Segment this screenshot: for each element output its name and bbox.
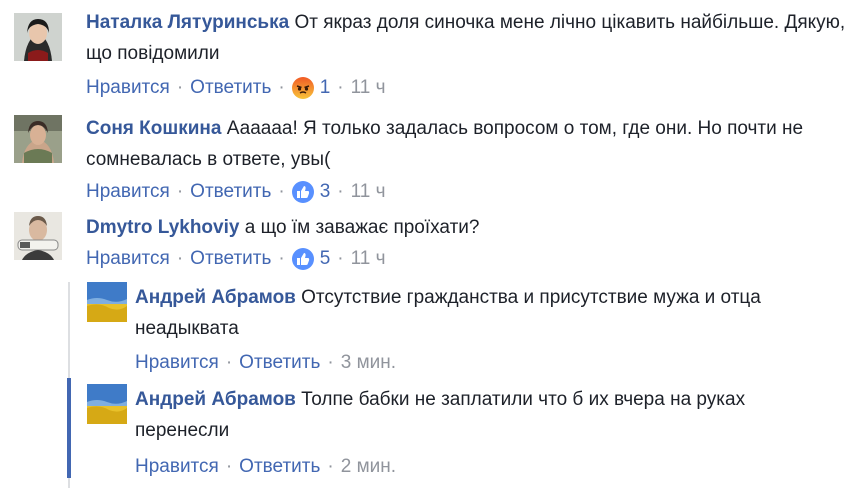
comment-text: а що їм заважає проїхати?	[244, 217, 480, 238]
separator: ·	[327, 352, 334, 373]
like-link[interactable]: Нравится	[135, 455, 219, 479]
reply-link[interactable]: Ответить	[190, 247, 271, 271]
avatar[interactable]	[87, 384, 127, 424]
reply-link[interactable]: Ответить	[190, 180, 271, 204]
separator: ·	[337, 181, 344, 202]
like-reaction-icon[interactable]	[291, 248, 314, 270]
comment-author[interactable]: Соня Кошкина	[86, 118, 221, 139]
like-link[interactable]: Нравится	[86, 76, 170, 100]
angry-reaction-icon[interactable]	[291, 77, 314, 99]
separator: ·	[278, 181, 285, 202]
comment-author[interactable]: Наталка Лятуринська	[86, 12, 289, 33]
reply-link[interactable]: Ответить	[239, 351, 320, 375]
timestamp[interactable]: 2 мин.	[341, 455, 396, 479]
separator: ·	[225, 352, 233, 373]
like-link[interactable]: Нравится	[86, 247, 170, 271]
separator: ·	[225, 456, 233, 477]
avatar[interactable]	[87, 282, 127, 322]
timestamp[interactable]: 11 ч	[351, 180, 386, 204]
avatar[interactable]	[14, 212, 62, 260]
avatar[interactable]	[14, 13, 62, 61]
reaction-count[interactable]: 1	[320, 76, 331, 100]
timestamp[interactable]: 11 ч	[351, 247, 386, 271]
separator: ·	[176, 181, 184, 202]
reaction-count[interactable]: 3	[320, 180, 331, 204]
reply-link[interactable]: Ответить	[190, 76, 271, 100]
like-link[interactable]: Нравится	[86, 180, 170, 204]
timestamp[interactable]: 3 мин.	[341, 351, 396, 375]
separator: ·	[327, 456, 334, 477]
like-reaction-icon[interactable]	[291, 181, 314, 203]
separator: ·	[176, 248, 184, 269]
separator: ·	[337, 248, 344, 269]
timestamp[interactable]: 11 ч	[351, 76, 386, 100]
like-link[interactable]: Нравится	[135, 351, 219, 375]
reply-link[interactable]: Ответить	[239, 455, 320, 479]
separator: ·	[278, 77, 285, 98]
reply-author[interactable]: Андрей Абрамов	[135, 287, 296, 308]
reply-author[interactable]: Андрей Абрамов	[135, 389, 296, 410]
reaction-count[interactable]: 5	[320, 247, 331, 271]
comment-author[interactable]: Dmytro Lykhoviy	[86, 217, 239, 238]
separator: ·	[278, 248, 285, 269]
separator: ·	[337, 77, 344, 98]
avatar[interactable]	[14, 115, 62, 163]
separator: ·	[176, 77, 184, 98]
highlight-bar	[67, 378, 71, 478]
